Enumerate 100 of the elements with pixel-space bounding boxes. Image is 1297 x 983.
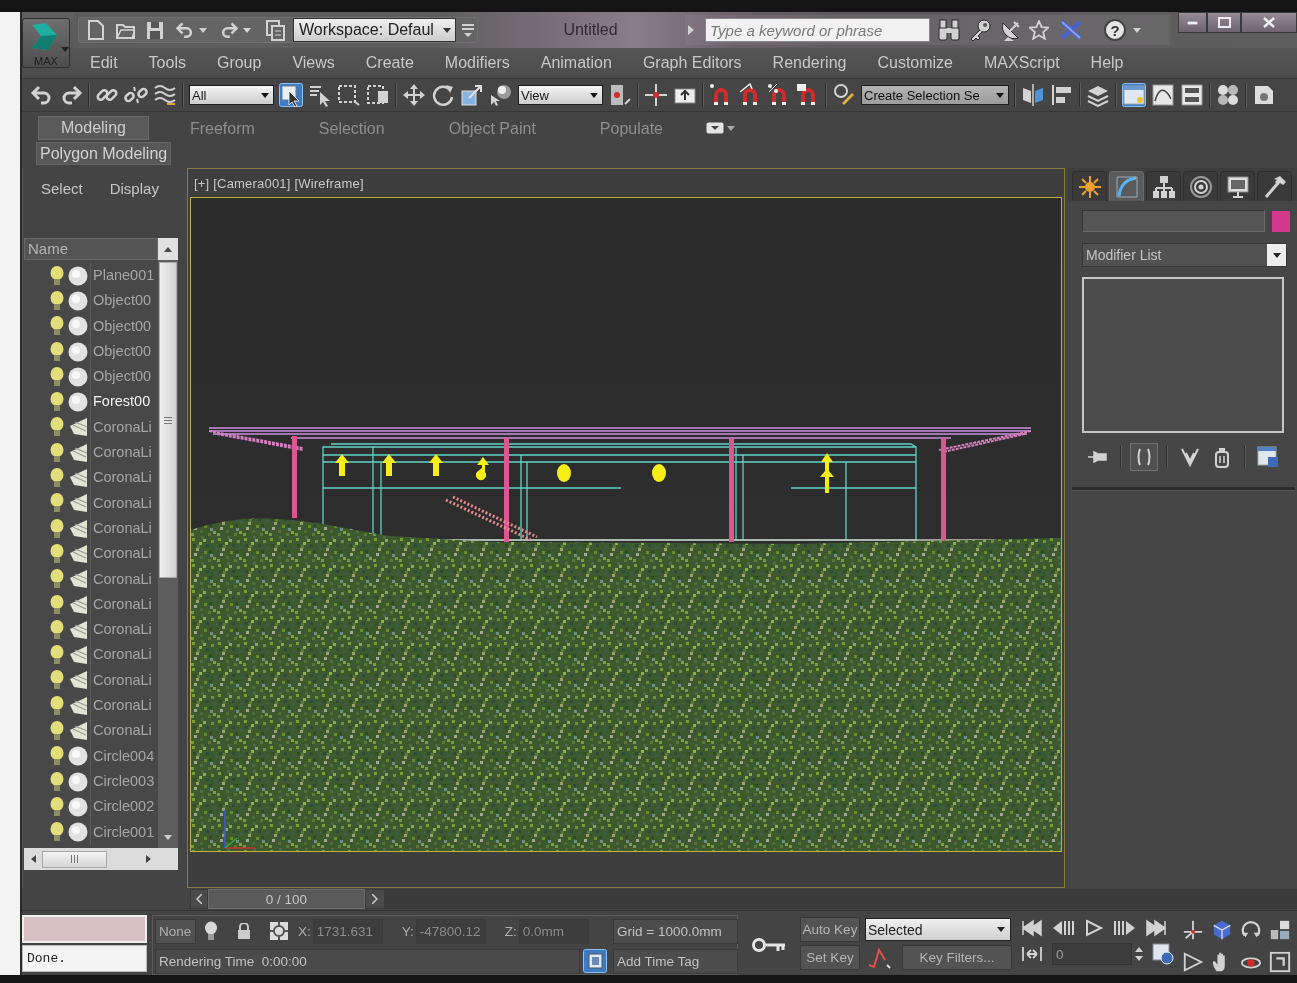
- documents-icon[interactable]: [265, 19, 285, 41]
- expand-arrow-icon[interactable]: [688, 25, 694, 35]
- object-name[interactable]: Circle004: [90, 743, 155, 769]
- light-bulb-icon[interactable]: [50, 392, 64, 413]
- dashed-square-icon[interactable]: [366, 83, 390, 107]
- object-name[interactable]: Plane001: [90, 263, 155, 289]
- menu-item[interactable]: Animation: [540, 54, 612, 72]
- dashed-rectangle-icon[interactable]: [337, 83, 361, 107]
- spinner-arrows-icon[interactable]: [1134, 945, 1144, 963]
- light-bulb-icon[interactable]: [50, 771, 64, 792]
- dropdown[interactable]: All: [189, 85, 274, 105]
- axis-arrows-icon[interactable]: [1181, 919, 1205, 941]
- object-name[interactable]: CoronaLi: [90, 440, 152, 466]
- curve-graph-icon[interactable]: [1151, 83, 1175, 107]
- align-icon[interactable]: [1050, 83, 1074, 107]
- menu-item[interactable]: Rendering: [772, 54, 847, 72]
- help-button[interactable]: ?: [1104, 19, 1126, 41]
- menu-item[interactable]: Graph Editors: [642, 54, 742, 72]
- object-name[interactable]: CoronaLi: [90, 667, 152, 694]
- previous-frame-icon[interactable]: [1052, 919, 1074, 937]
- selection-set-field[interactable]: Create Selection Se: [861, 85, 1009, 105]
- mirror-icon[interactable]: [1021, 83, 1045, 107]
- light-bulb-icon[interactable]: [50, 290, 64, 311]
- light-bulb-icon[interactable]: [50, 442, 64, 463]
- frame-field[interactable]: 0: [1052, 943, 1132, 965]
- ribbon-panel-button[interactable]: Polygon Modeling: [36, 142, 172, 165]
- object-name[interactable]: CoronaLi: [90, 515, 152, 542]
- ribbon-tab[interactable]: Freeform: [166, 116, 278, 140]
- ribbon-tab[interactable]: Object Paint: [425, 116, 559, 140]
- modifier-list-dropdown[interactable]: Modifier List: [1082, 243, 1287, 267]
- object-name[interactable]: Circle003: [90, 768, 155, 795]
- rotate-arrow-icon[interactable]: [431, 83, 455, 107]
- play-icon[interactable]: [1083, 919, 1105, 937]
- light-bulb-icon[interactable]: [50, 594, 64, 615]
- material-spheres-icon[interactable]: [1216, 83, 1240, 107]
- z-coordinate-field[interactable]: 0.0mm: [518, 918, 589, 944]
- light-bulb-icon[interactable]: [50, 366, 64, 387]
- circle-pencil-icon[interactable]: [832, 83, 856, 107]
- object-name[interactable]: CoronaLi: [90, 490, 152, 516]
- dropdown[interactable]: View: [518, 85, 603, 105]
- satellite-dish-icon[interactable]: [1000, 19, 1022, 41]
- key-icon[interactable]: [752, 937, 786, 953]
- skip-back-icon[interactable]: [1021, 919, 1043, 937]
- scroll-left-arrow-icon[interactable]: [31, 855, 36, 863]
- light-bulb-icon[interactable]: [50, 417, 64, 438]
- light-bulb-icon[interactable]: [50, 468, 64, 488]
- menu-item[interactable]: Edit: [90, 54, 118, 72]
- next-frame-button[interactable]: [365, 889, 385, 909]
- stacked-bars-icon[interactable]: [1180, 83, 1204, 107]
- light-bulb-icon[interactable]: [50, 316, 64, 337]
- light-bulb-icon[interactable]: [50, 822, 64, 843]
- object-name[interactable]: Object00: [90, 338, 152, 365]
- rectangle-dot-icon[interactable]: [608, 83, 632, 107]
- workspace-dropdown[interactable]: Workspace: Defaul: [293, 18, 456, 42]
- curve-icon[interactable]: [867, 946, 891, 969]
- light-bulb-icon[interactable]: [50, 619, 64, 640]
- skip-forward-icon[interactable]: [1145, 919, 1167, 937]
- object-name[interactable]: CoronaLi: [90, 465, 152, 491]
- menu-item[interactable]: Display: [109, 180, 159, 200]
- light-bulb-icon[interactable]: [50, 493, 64, 514]
- horizontal-scrollbar[interactable]: [24, 848, 178, 870]
- scroll-right-arrow-icon[interactable]: [146, 855, 151, 863]
- menu-item[interactable]: Views: [292, 54, 335, 72]
- command-panel-tab[interactable]: [1183, 171, 1218, 201]
- object-name[interactable]: Object00: [90, 313, 152, 339]
- scroll-down-arrow-icon[interactable]: [164, 835, 172, 840]
- list-cursor-icon[interactable]: [308, 83, 332, 107]
- selection-field[interactable]: None: [155, 918, 196, 944]
- light-bulb-icon[interactable]: [50, 695, 64, 716]
- curved-bars-icon[interactable]: [1130, 443, 1158, 471]
- object-name[interactable]: Circle001: [90, 819, 155, 845]
- object-name[interactable]: CoronaLi: [90, 642, 152, 668]
- light-gizmo-icon[interactable]: [382, 454, 396, 476]
- auto-key-button[interactable]: Auto Key: [800, 917, 860, 942]
- scroll-up-arrow-icon[interactable]: [164, 246, 172, 252]
- time-slider-thumb[interactable]: 0 / 100: [208, 889, 365, 909]
- binoculars-icon[interactable]: [938, 19, 960, 41]
- command-panel-tab[interactable]: [1072, 171, 1107, 201]
- object-name[interactable]: Circle002: [90, 794, 155, 820]
- maximize-viewport-icon[interactable]: [1268, 951, 1292, 973]
- light-bulb-icon[interactable]: [50, 746, 64, 767]
- menu-item[interactable]: Modifiers: [444, 54, 510, 72]
- scrollbar-thumb[interactable]: [42, 850, 107, 868]
- object-name[interactable]: CoronaLi: [90, 591, 152, 618]
- y-coordinate-field[interactable]: -47800.12: [415, 918, 486, 944]
- command-panel-tab[interactable]: [1220, 171, 1255, 201]
- vertical-scrollbar[interactable]: [158, 238, 178, 848]
- column-header[interactable]: Name: [24, 238, 158, 260]
- light-bulb-icon[interactable]: [50, 645, 64, 666]
- light-gizmo-icon[interactable]: [429, 454, 443, 476]
- tiles-icon[interactable]: [1268, 919, 1292, 941]
- previous-frame-button[interactable]: [190, 889, 208, 909]
- ribbon-tab[interactable]: Populate: [576, 116, 686, 140]
- menu-item[interactable]: Tools: [148, 54, 186, 72]
- padlock-icon[interactable]: [237, 923, 251, 939]
- light-gizmo-icon[interactable]: [652, 464, 666, 482]
- close-button[interactable]: [1241, 12, 1297, 33]
- menu-item[interactable]: Group: [216, 54, 262, 72]
- scrollbar-thumb[interactable]: [159, 262, 177, 578]
- next-frame-icon[interactable]: [1114, 919, 1136, 937]
